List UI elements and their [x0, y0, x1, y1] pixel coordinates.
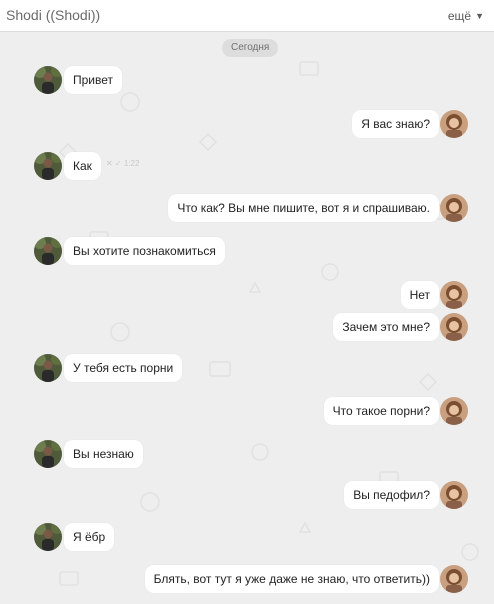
avatar-image [440, 313, 468, 341]
message-bubble[interactable]: Вы незнаю [64, 440, 143, 468]
avatar-image [34, 237, 62, 265]
message-bubble[interactable]: Нет [400, 281, 439, 309]
avatar[interactable] [34, 237, 62, 265]
message-outgoing: Зачем это мне? [0, 313, 494, 341]
avatar-image [440, 281, 468, 309]
avatar[interactable] [440, 281, 468, 309]
avatar[interactable] [440, 194, 468, 222]
avatar[interactable] [34, 152, 62, 180]
message-incoming: Я ёбр [0, 523, 494, 551]
avatar-image [440, 565, 468, 593]
avatar-image [34, 440, 62, 468]
message-outgoing: Я вас знаю? [0, 110, 494, 138]
message-bubble[interactable]: Зачем это мне? [333, 313, 439, 341]
more-label: ещё [447, 9, 472, 23]
avatar-image [34, 66, 62, 94]
message-incoming: Вы незнаю [0, 440, 494, 468]
message-bubble[interactable]: Блять, вот тут я уже даже не знаю, что о… [144, 565, 439, 593]
date-separator: Сегодня [222, 39, 279, 57]
message-bubble[interactable]: Вы педофил? [344, 481, 439, 509]
avatar[interactable] [440, 481, 468, 509]
message-incoming: У тебя есть порни [0, 354, 494, 382]
avatar[interactable] [34, 354, 62, 382]
message-bubble[interactable]: Я ёбр [64, 523, 115, 551]
avatar[interactable] [440, 110, 468, 138]
avatar-image [440, 110, 468, 138]
avatar-image [34, 354, 62, 382]
message-bubble[interactable]: Как [64, 152, 101, 180]
chat-header: Shodi ((Shodi)) ещё ▼ [0, 0, 494, 32]
message-outgoing: Нет [0, 281, 494, 309]
message-bubble[interactable]: Вы хотите познакомиться [64, 237, 225, 265]
message-outgoing: Что такое порни? [0, 397, 494, 425]
avatar[interactable] [440, 565, 468, 593]
message-incoming: Как [0, 152, 494, 180]
chevron-down-icon: ▼ [475, 11, 484, 21]
message-outgoing: Вы педофил? [0, 481, 494, 509]
avatar[interactable] [34, 440, 62, 468]
avatar-image [34, 523, 62, 551]
message-outgoing: Блять, вот тут я уже даже не знаю, что о… [0, 565, 494, 593]
message-bubble[interactable]: Я вас знаю? [352, 110, 439, 138]
message-bubble[interactable]: Что такое порни? [323, 397, 439, 425]
message-bubble[interactable]: Привет [64, 66, 123, 94]
more-button[interactable]: ещё ▼ [448, 9, 484, 23]
message-bubble[interactable]: Что как? Вы мне пишите, вот я и спрашива… [168, 194, 439, 222]
avatar[interactable] [440, 397, 468, 425]
message-incoming: Привет [0, 66, 494, 94]
avatar-image [440, 397, 468, 425]
avatar-image [34, 152, 62, 180]
avatar-image [440, 481, 468, 509]
message-incoming: Вы хотите познакомиться [0, 237, 494, 265]
chat-area[interactable]: Сегодня ✕ ✓ 1:22 Привет Я вас знаю? Как Что… [0, 32, 494, 604]
message-bubble[interactable]: У тебя есть порни [64, 354, 183, 382]
avatar[interactable] [34, 66, 62, 94]
avatar[interactable] [34, 523, 62, 551]
message-outgoing: Что как? Вы мне пишите, вот я и спрашива… [0, 194, 494, 222]
avatar[interactable] [440, 313, 468, 341]
avatar-image [440, 194, 468, 222]
chat-title: Shodi ((Shodi)) [6, 7, 101, 23]
